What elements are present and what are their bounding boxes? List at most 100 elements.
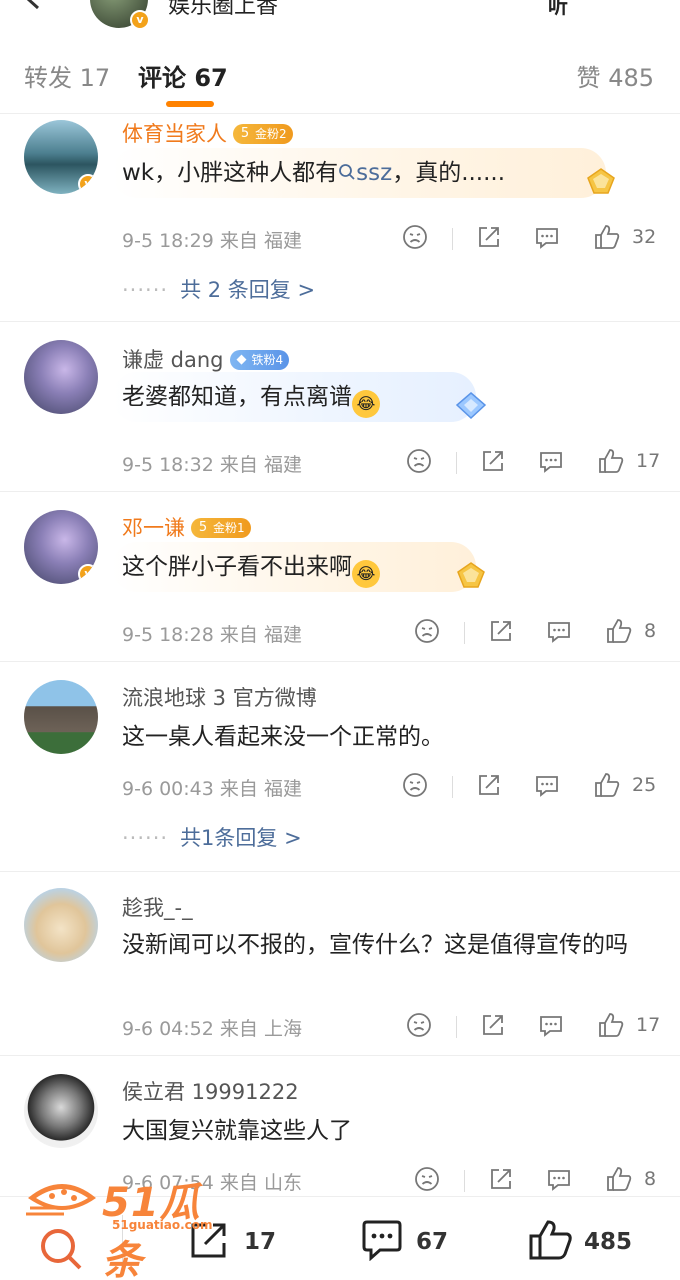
like-button[interactable] [593,772,621,802]
comment-actions: 8 [400,618,658,648]
like-count: 485 [584,1229,633,1255]
gold-gem-icon [457,562,485,588]
dislike-button[interactable] [406,1012,432,1042]
fan-badge: 5 金粉1 [191,518,251,538]
divider [456,452,457,474]
reply-button[interactable] [534,772,560,802]
comment-icon [540,452,562,473]
share-button[interactable] [476,224,502,254]
back-arrow-icon[interactable] [22,0,44,10]
like-button[interactable] [597,448,625,478]
reply-button[interactable] [546,618,572,648]
comment-item: 流浪地球 3 官方微博 这一桌人看起来没一个正常的。 9-6 00:43 来自 … [0,662,680,872]
avatar[interactable] [24,680,98,754]
laugh-cry-emoji-icon: 😂 [352,390,380,418]
comment-icon [536,228,558,249]
comment-text: 大国复兴就靠这些人了 [122,1118,352,1144]
like-button[interactable] [597,1012,625,1042]
view-replies-link[interactable]: ······ 共 2 条回复 > [122,274,315,304]
like-button[interactable] [593,224,621,254]
diamond-icon: ◆ [236,352,247,367]
like-count: 25 [632,774,657,796]
commenter-name[interactable]: 邓一谦 5 金粉1 [122,512,251,542]
comment-button[interactable]: 67 [360,1219,460,1263]
more-icon[interactable]: ··· [618,0,645,11]
divider [464,622,465,644]
share-button[interactable] [488,1166,514,1196]
comment-text: 这个胖小子看不出来啊 😂 [122,548,380,588]
like-button[interactable]: 485 [528,1219,648,1263]
dislike-icon [407,449,431,473]
fan-badge: 5 金粉2 [233,124,293,144]
like-count: 17 [636,450,661,472]
search-icon [339,164,355,180]
comment-meta: 9-5 18:29 来自 福建 [122,230,302,252]
comment-icon [536,776,558,797]
comment-actions: 17 [400,448,661,478]
like-count: 32 [632,226,657,248]
tab-like[interactable]: 赞 485 [577,58,654,93]
comment-meta: 9-6 04:52 来自 上海 [122,1018,302,1040]
divider [464,1170,465,1192]
avatar[interactable] [24,1074,98,1148]
like-count: 8 [644,1168,657,1190]
comment-item: v 邓一谦 5 金粉1 这个胖小子看不出来啊 😂 9-5 18:28 来自 福建 8 [0,492,680,662]
like-button[interactable] [605,618,633,648]
tab-forward[interactable]: 转发 17 [24,58,110,93]
divider [452,776,453,798]
comment-text: 没新闻可以不报的，宣传什么？这是值得宣传的吗 [122,932,628,958]
reply-button[interactable] [538,448,564,478]
avatar[interactable]: v [24,120,98,194]
dislike-icon [415,619,439,643]
tab-like-count: 485 [608,64,654,92]
share-button[interactable] [488,618,514,648]
tab-bar: 转发 17 评论 67 赞 485 [0,36,680,114]
comment-meta: 9-6 00:43 来自 福建 [122,778,302,800]
commenter-name[interactable]: 谦虚 dang ◆ 铁粉4 [122,344,290,374]
dislike-button[interactable] [414,618,440,648]
search-icon[interactable] [38,1226,86,1270]
avatar[interactable]: v [24,510,98,584]
share-button[interactable] [480,448,506,478]
dislike-button[interactable] [402,772,428,802]
reply-button[interactable] [534,224,560,254]
dislike-button[interactable] [402,224,428,254]
verified-icon: v [130,10,150,30]
thumbs-up-icon [599,449,624,473]
commenter-name[interactable]: 趁我_-_ [122,892,193,922]
dislike-icon [415,1167,439,1191]
forward-count: 17 [244,1229,277,1255]
share-button[interactable] [480,1012,506,1042]
comment-icon [548,1170,570,1191]
reply-button[interactable] [538,1012,564,1042]
thumbs-up-icon [607,1167,632,1191]
commenter-name[interactable]: 体育当家人 5 金粉2 [122,118,293,148]
comment-icon [548,622,570,643]
comment-text: wk，小胖这种人都有 ssz，真的...... [122,160,506,186]
commenter-name[interactable]: 侯立君 19991222 [122,1076,299,1106]
avatar[interactable] [24,340,98,414]
thumbs-up-icon [595,773,620,797]
comment-actions: 8 [400,1166,658,1196]
share-button[interactable] [476,772,502,802]
reply-button[interactable] [546,1166,572,1196]
author-avatar[interactable]: v [90,0,150,30]
dots-icon: ······ [122,278,169,302]
tab-comment-count: 67 [194,64,228,92]
avatar[interactable] [24,888,98,962]
comment-icon [362,1220,402,1261]
share-icon [483,1015,503,1035]
top-bar: v 娱乐圈上香 听 ··· [0,0,680,36]
like-button[interactable] [605,1166,633,1196]
commenter-name[interactable]: 流浪地球 3 官方微博 [122,682,317,712]
share-icon [483,451,503,471]
laugh-cry-emoji-icon: 😂 [352,560,380,588]
search-keyword-link[interactable]: ssz [338,160,392,186]
dislike-button[interactable] [414,1166,440,1196]
listen-button[interactable]: 听 [548,0,568,19]
comment-meta: 9-5 18:28 来自 福建 [122,624,302,646]
view-replies-link[interactable]: ······ 共1条回复 > [122,822,302,852]
comment-item: v 体育当家人 5 金粉2 wk，小胖这种人都有 ssz，真的...... 9-5 1… [0,114,680,322]
dislike-button[interactable] [406,448,432,478]
author-name[interactable]: 娱乐圈上香 [168,0,278,20]
